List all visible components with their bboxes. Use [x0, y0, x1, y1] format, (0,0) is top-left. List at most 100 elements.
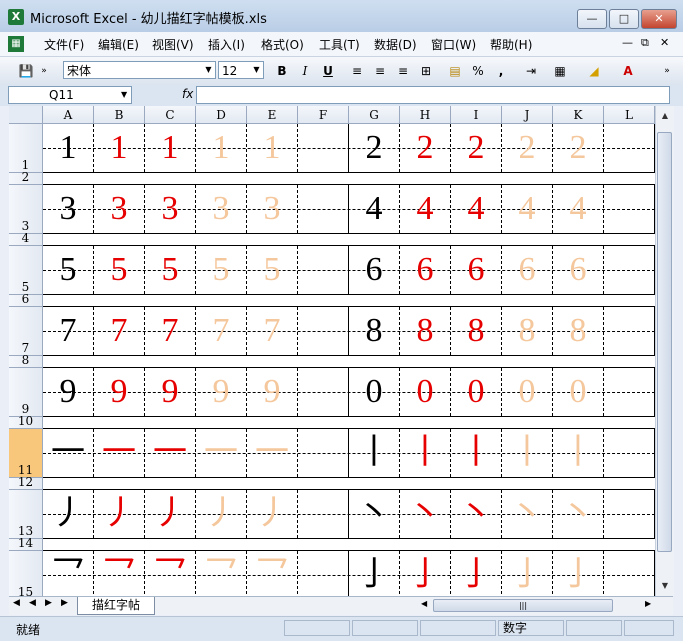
practice-cell[interactable]: 7 — [247, 307, 298, 355]
vertical-scroll-thumb[interactable] — [657, 132, 672, 552]
menu-format[interactable]: 格式(O) — [261, 36, 304, 53]
practice-cell[interactable]: 丨 — [553, 429, 604, 477]
menu-edit[interactable]: 编辑(E) — [98, 36, 139, 53]
practice-cell[interactable]: 丶 — [349, 490, 400, 538]
spacer-row[interactable] — [43, 539, 655, 551]
comma-button[interactable]: , — [491, 62, 511, 80]
horizontal-scrollbar[interactable]: ◀ ||| ▶ — [419, 598, 659, 613]
practice-cell[interactable]: 3 — [145, 185, 196, 233]
practice-cell[interactable] — [604, 429, 655, 477]
next-sheet-icon[interactable]: ▶ — [45, 598, 52, 608]
menu-help[interactable]: 帮助(H) — [490, 36, 532, 53]
practice-cell[interactable]: 0 — [349, 368, 400, 416]
row-header-5[interactable]: 5 — [9, 246, 43, 295]
practice-cell[interactable]: 6 — [349, 246, 400, 294]
practice-cell[interactable]: 亅 — [400, 551, 451, 596]
align-center-icon[interactable]: ≡ — [370, 62, 390, 80]
practice-cell[interactable]: 丶 — [502, 490, 553, 538]
practice-cell[interactable]: 丶 — [553, 490, 604, 538]
practice-cell[interactable]: 5 — [247, 246, 298, 294]
font-size-select[interactable]: 12 ▼ — [218, 61, 264, 79]
formula-input[interactable] — [196, 86, 670, 104]
column-header-h[interactable]: H — [400, 106, 451, 124]
practice-cell[interactable]: 丶 — [451, 490, 502, 538]
practice-cell[interactable]: 0 — [553, 368, 604, 416]
scroll-right-icon[interactable]: ▶ — [645, 599, 651, 608]
practice-cell[interactable]: 丿 — [145, 490, 196, 538]
row-header-13[interactable]: 13 — [9, 490, 43, 539]
column-header-a[interactable]: A — [43, 106, 94, 124]
spacer-row[interactable] — [43, 478, 655, 490]
menu-view[interactable]: 视图(V) — [152, 36, 194, 53]
workbook-icon[interactable]: ▦ — [8, 36, 24, 52]
practice-cell[interactable]: 2 — [502, 124, 553, 172]
column-header-j[interactable]: J — [502, 106, 553, 124]
practice-cell[interactable]: 一 — [145, 429, 196, 477]
fill-color-icon[interactable]: ◢ — [584, 62, 604, 80]
menu-file[interactable]: 文件(F) — [44, 36, 84, 53]
spacer-row[interactable] — [43, 356, 655, 368]
practice-cell[interactable]: 9 — [43, 368, 94, 416]
practice-cell[interactable]: 乛 — [247, 551, 298, 596]
column-header-g[interactable]: G — [349, 106, 400, 124]
column-header-i[interactable]: I — [451, 106, 502, 124]
practice-cell[interactable]: 丨 — [451, 429, 502, 477]
practice-cell[interactable]: 7 — [43, 307, 94, 355]
column-header-b[interactable]: B — [94, 106, 145, 124]
practice-cell[interactable] — [298, 124, 349, 172]
practice-cell[interactable]: 丿 — [247, 490, 298, 538]
practice-cell[interactable]: 6 — [502, 246, 553, 294]
practice-cell[interactable]: 1 — [43, 124, 94, 172]
close-button[interactable]: ✕ — [641, 9, 677, 29]
merge-center-icon[interactable]: ⊞ — [416, 62, 436, 80]
save-icon[interactable]: 💾 — [16, 62, 36, 80]
practice-cell[interactable]: 8 — [502, 307, 553, 355]
toolbar-options-icon[interactable]: » — [39, 62, 49, 80]
practice-cell[interactable]: 一 — [247, 429, 298, 477]
practice-cell[interactable]: 6 — [400, 246, 451, 294]
vertical-scrollbar[interactable]: ▲ ▼ — [655, 106, 674, 596]
practice-cell[interactable]: 丨 — [400, 429, 451, 477]
practice-cell[interactable]: 5 — [145, 246, 196, 294]
spacer-row[interactable] — [43, 295, 655, 307]
practice-cell[interactable]: 8 — [451, 307, 502, 355]
practice-cell[interactable]: 亅 — [502, 551, 553, 596]
practice-cell[interactable]: 亅 — [349, 551, 400, 596]
row-header-11[interactable]: 11 — [9, 429, 43, 478]
menu-insert[interactable]: 插入(I) — [208, 36, 245, 53]
menu-data[interactable]: 数据(D) — [374, 36, 417, 53]
practice-cell[interactable] — [604, 185, 655, 233]
practice-cell[interactable] — [604, 307, 655, 355]
doc-minimize-button[interactable]: — — [622, 36, 633, 49]
italic-button[interactable]: I — [295, 62, 315, 80]
practice-cell[interactable]: 3 — [94, 185, 145, 233]
practice-cell[interactable]: 乛 — [196, 551, 247, 596]
practice-cell[interactable] — [298, 307, 349, 355]
practice-cell[interactable]: 9 — [247, 368, 298, 416]
practice-cell[interactable] — [298, 185, 349, 233]
practice-cell[interactable]: 0 — [451, 368, 502, 416]
practice-cell[interactable]: 丿 — [43, 490, 94, 538]
row-header-15[interactable]: 15 — [9, 551, 43, 596]
practice-cell[interactable]: 亅 — [451, 551, 502, 596]
align-left-icon[interactable]: ≡ — [347, 62, 367, 80]
practice-cell[interactable]: 丨 — [349, 429, 400, 477]
practice-cell[interactable] — [298, 551, 349, 596]
practice-cell[interactable]: 6 — [451, 246, 502, 294]
practice-cell[interactable]: 7 — [94, 307, 145, 355]
practice-cell[interactable]: 5 — [94, 246, 145, 294]
practice-cell[interactable] — [604, 551, 655, 596]
name-box[interactable]: Q11 ▼ — [8, 86, 132, 104]
practice-cell[interactable]: 1 — [247, 124, 298, 172]
practice-cell[interactable]: 0 — [400, 368, 451, 416]
practice-cell[interactable]: 8 — [400, 307, 451, 355]
practice-cell[interactable]: 8 — [553, 307, 604, 355]
spacer-row[interactable] — [43, 173, 655, 185]
percent-button[interactable]: % — [468, 62, 488, 80]
practice-cell[interactable]: 4 — [502, 185, 553, 233]
row-header-8[interactable]: 8 — [9, 353, 43, 368]
practice-cell[interactable]: 乛 — [43, 551, 94, 596]
underline-button[interactable]: U — [318, 62, 338, 80]
practice-cell[interactable]: 1 — [196, 124, 247, 172]
column-header-f[interactable]: F — [298, 106, 349, 124]
